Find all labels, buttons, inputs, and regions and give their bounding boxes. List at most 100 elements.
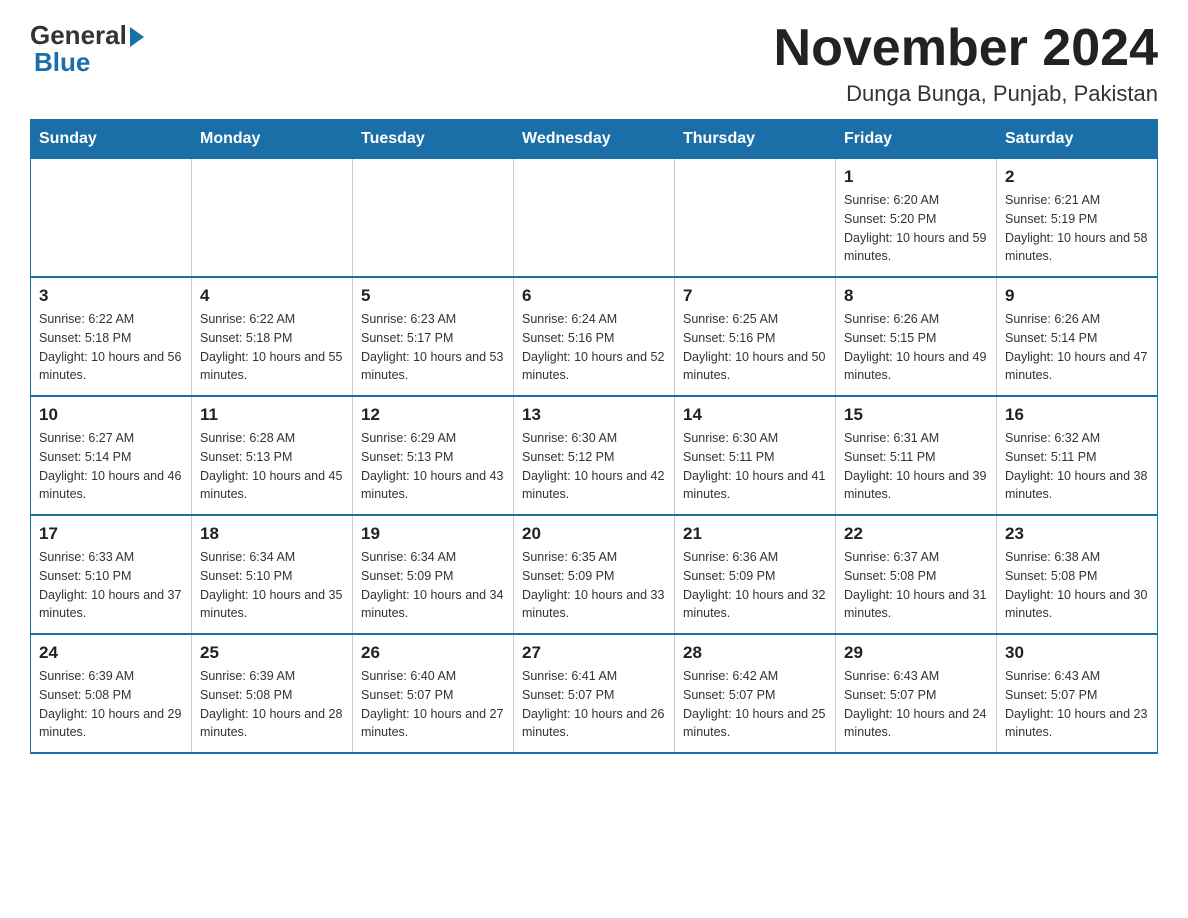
day-info: Sunrise: 6:31 AMSunset: 5:11 PMDaylight:… [844,429,988,504]
calendar-cell: 28 Sunrise: 6:42 AMSunset: 5:07 PMDayligh… [675,634,836,753]
day-number: 7 [683,286,827,306]
calendar-cell: 13 Sunrise: 6:30 AMSunset: 5:12 PMDayligh… [514,396,675,515]
calendar-cell [31,159,192,278]
calendar-cell: 14 Sunrise: 6:30 AMSunset: 5:11 PMDayligh… [675,396,836,515]
day-info: Sunrise: 6:35 AMSunset: 5:09 PMDaylight:… [522,548,666,623]
day-number: 20 [522,524,666,544]
day-number: 8 [844,286,988,306]
day-info: Sunrise: 6:30 AMSunset: 5:11 PMDaylight:… [683,429,827,504]
day-number: 21 [683,524,827,544]
day-info: Sunrise: 6:21 AMSunset: 5:19 PMDaylight:… [1005,191,1149,266]
header-monday: Monday [192,120,353,159]
calendar-cell: 12 Sunrise: 6:29 AMSunset: 5:13 PMDayligh… [353,396,514,515]
day-info: Sunrise: 6:22 AMSunset: 5:18 PMDaylight:… [39,310,183,385]
calendar-cell: 6 Sunrise: 6:24 AMSunset: 5:16 PMDaylight… [514,277,675,396]
day-number: 30 [1005,643,1149,663]
day-number: 29 [844,643,988,663]
calendar-cell: 15 Sunrise: 6:31 AMSunset: 5:11 PMDayligh… [836,396,997,515]
calendar-cell [353,159,514,278]
day-info: Sunrise: 6:38 AMSunset: 5:08 PMDaylight:… [1005,548,1149,623]
calendar-cell: 23 Sunrise: 6:38 AMSunset: 5:08 PMDayligh… [997,515,1158,634]
page-header: General Blue November 2024 Dunga Bunga, … [30,20,1158,107]
calendar-cell: 20 Sunrise: 6:35 AMSunset: 5:09 PMDayligh… [514,515,675,634]
day-info: Sunrise: 6:32 AMSunset: 5:11 PMDaylight:… [1005,429,1149,504]
day-info: Sunrise: 6:29 AMSunset: 5:13 PMDaylight:… [361,429,505,504]
header-wednesday: Wednesday [514,120,675,159]
week-row-5: 24 Sunrise: 6:39 AMSunset: 5:08 PMDayligh… [31,634,1158,753]
day-number: 24 [39,643,183,663]
calendar-header: SundayMondayTuesdayWednesdayThursdayFrid… [31,120,1158,159]
calendar-cell: 4 Sunrise: 6:22 AMSunset: 5:18 PMDaylight… [192,277,353,396]
week-row-2: 3 Sunrise: 6:22 AMSunset: 5:18 PMDaylight… [31,277,1158,396]
calendar-cell: 29 Sunrise: 6:43 AMSunset: 5:07 PMDayligh… [836,634,997,753]
day-number: 2 [1005,167,1149,187]
calendar-cell [514,159,675,278]
day-info: Sunrise: 6:42 AMSunset: 5:07 PMDaylight:… [683,667,827,742]
day-info: Sunrise: 6:39 AMSunset: 5:08 PMDaylight:… [200,667,344,742]
day-number: 15 [844,405,988,425]
calendar-cell: 17 Sunrise: 6:33 AMSunset: 5:10 PMDayligh… [31,515,192,634]
header-friday: Friday [836,120,997,159]
day-info: Sunrise: 6:26 AMSunset: 5:14 PMDaylight:… [1005,310,1149,385]
day-number: 22 [844,524,988,544]
header-thursday: Thursday [675,120,836,159]
header-sunday: Sunday [31,120,192,159]
day-info: Sunrise: 6:36 AMSunset: 5:09 PMDaylight:… [683,548,827,623]
calendar-cell [192,159,353,278]
day-number: 12 [361,405,505,425]
calendar-cell: 30Sunrise: 6:43 AMSunset: 5:07 PMDayligh… [997,634,1158,753]
week-row-4: 17 Sunrise: 6:33 AMSunset: 5:10 PMDayligh… [31,515,1158,634]
calendar-cell: 3 Sunrise: 6:22 AMSunset: 5:18 PMDaylight… [31,277,192,396]
header-row: SundayMondayTuesdayWednesdayThursdayFrid… [31,120,1158,159]
day-number: 4 [200,286,344,306]
day-info: Sunrise: 6:22 AMSunset: 5:18 PMDaylight:… [200,310,344,385]
page-subtitle: Dunga Bunga, Punjab, Pakistan [774,81,1158,107]
calendar-cell: 8Sunrise: 6:26 AMSunset: 5:15 PMDaylight… [836,277,997,396]
calendar-table: SundayMondayTuesdayWednesdayThursdayFrid… [30,119,1158,754]
day-info: Sunrise: 6:27 AMSunset: 5:14 PMDaylight:… [39,429,183,504]
day-number: 5 [361,286,505,306]
day-number: 3 [39,286,183,306]
day-number: 11 [200,405,344,425]
day-info: Sunrise: 6:30 AMSunset: 5:12 PMDaylight:… [522,429,666,504]
day-number: 1 [844,167,988,187]
day-info: Sunrise: 6:43 AMSunset: 5:07 PMDaylight:… [844,667,988,742]
day-number: 6 [522,286,666,306]
day-info: Sunrise: 6:37 AMSunset: 5:08 PMDaylight:… [844,548,988,623]
day-info: Sunrise: 6:24 AMSunset: 5:16 PMDaylight:… [522,310,666,385]
day-number: 9 [1005,286,1149,306]
calendar-body: 1 Sunrise: 6:20 AMSunset: 5:20 PMDaylight… [31,159,1158,754]
day-number: 26 [361,643,505,663]
day-number: 27 [522,643,666,663]
day-info: Sunrise: 6:20 AMSunset: 5:20 PMDaylight:… [844,191,988,266]
calendar-cell: 11 Sunrise: 6:28 AMSunset: 5:13 PMDayligh… [192,396,353,515]
day-number: 16 [1005,405,1149,425]
day-number: 23 [1005,524,1149,544]
calendar-cell: 5Sunrise: 6:23 AMSunset: 5:17 PMDaylight… [353,277,514,396]
calendar-cell: 10 Sunrise: 6:27 AMSunset: 5:14 PMDayligh… [31,396,192,515]
calendar-cell: 18Sunrise: 6:34 AMSunset: 5:10 PMDayligh… [192,515,353,634]
calendar-cell: 16 Sunrise: 6:32 AMSunset: 5:11 PMDayligh… [997,396,1158,515]
day-number: 28 [683,643,827,663]
logo-blue-text: Blue [34,47,90,78]
day-number: 14 [683,405,827,425]
calendar-cell: 25 Sunrise: 6:39 AMSunset: 5:08 PMDayligh… [192,634,353,753]
page-title: November 2024 [774,20,1158,77]
day-info: Sunrise: 6:41 AMSunset: 5:07 PMDaylight:… [522,667,666,742]
day-info: Sunrise: 6:33 AMSunset: 5:10 PMDaylight:… [39,548,183,623]
day-info: Sunrise: 6:34 AMSunset: 5:10 PMDaylight:… [200,548,344,623]
day-info: Sunrise: 6:28 AMSunset: 5:13 PMDaylight:… [200,429,344,504]
logo-triangle-icon [130,27,144,47]
day-number: 13 [522,405,666,425]
day-number: 25 [200,643,344,663]
header-saturday: Saturday [997,120,1158,159]
day-info: Sunrise: 6:40 AMSunset: 5:07 PMDaylight:… [361,667,505,742]
day-number: 17 [39,524,183,544]
week-row-3: 10 Sunrise: 6:27 AMSunset: 5:14 PMDayligh… [31,396,1158,515]
day-number: 10 [39,405,183,425]
week-row-1: 1 Sunrise: 6:20 AMSunset: 5:20 PMDaylight… [31,159,1158,278]
title-block: November 2024 Dunga Bunga, Punjab, Pakis… [774,20,1158,107]
calendar-cell: 19Sunrise: 6:34 AMSunset: 5:09 PMDayligh… [353,515,514,634]
day-info: Sunrise: 6:25 AMSunset: 5:16 PMDaylight:… [683,310,827,385]
calendar-cell: 9 Sunrise: 6:26 AMSunset: 5:14 PMDaylight… [997,277,1158,396]
